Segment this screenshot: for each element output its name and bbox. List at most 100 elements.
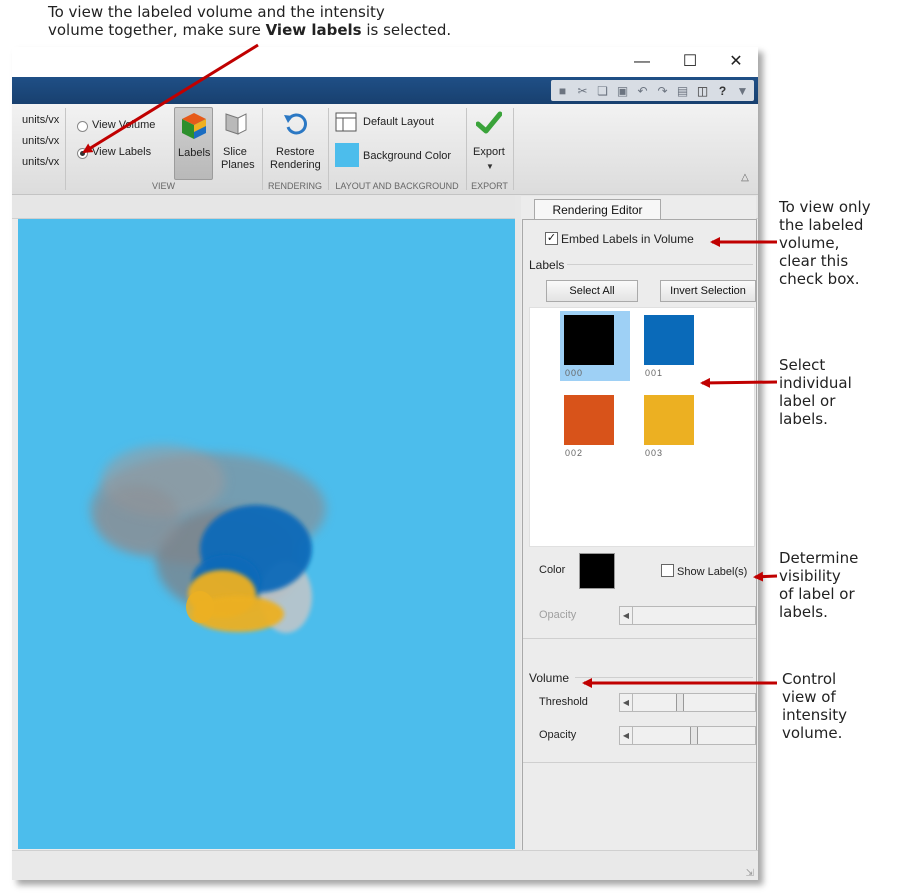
labels-button[interactable]: Labels — [174, 107, 213, 180]
callout-line: labels. — [779, 410, 828, 428]
callout-text: is selected. — [361, 21, 452, 39]
label-swatch — [644, 395, 694, 445]
slice-planes-icon — [225, 113, 247, 135]
callout-line-2: volume together, make sure View labels i… — [48, 21, 518, 39]
callout-line: volume. — [782, 724, 843, 742]
view-labels-radio[interactable] — [77, 148, 88, 159]
callout-line: of label or — [779, 585, 855, 603]
callout-line: individual — [779, 374, 852, 392]
volume-opacity-slider-thumb[interactable] — [690, 727, 698, 744]
slice-planes-button[interactable]: Slice Planes — [216, 107, 255, 178]
label-list: 000 001 002 003 — [529, 307, 755, 547]
labels-heading: Labels — [529, 258, 565, 272]
threshold-label: Threshold — [539, 696, 588, 708]
view-volume-radio[interactable] — [77, 121, 88, 132]
callout-line: Determine — [779, 549, 859, 567]
tab-rendering-editor[interactable]: Rendering Editor — [534, 199, 661, 220]
volume-viewport[interactable] — [18, 219, 515, 849]
label-opacity-slider[interactable]: ◀ — [619, 606, 756, 625]
callout-line: the labeled — [779, 216, 864, 234]
quick-access-toolbar: ■ ✂ ❏ ▣ ↶ ↷ ▤ ◫ ? ▼ — [551, 80, 754, 101]
callout-line: Control — [782, 670, 837, 688]
default-layout-button[interactable]: Default Layout — [333, 110, 463, 134]
minimize-button[interactable]: — — [628, 51, 656, 73]
close-button[interactable]: ✕ — [722, 51, 750, 73]
resize-grip-icon[interactable]: ⇲ — [746, 868, 754, 879]
threshold-slider-thumb[interactable] — [676, 694, 684, 711]
chevron-down-icon: ▼ — [486, 162, 494, 171]
help-icon[interactable]: ? — [713, 80, 732, 101]
rendering-editor-body: ✓ Embed Labels in Volume Labels Select A… — [522, 219, 757, 851]
select-all-button[interactable]: Select All — [546, 280, 638, 302]
maximize-button[interactable]: ☐ — [676, 51, 704, 73]
labels-group-rule — [567, 264, 753, 265]
copy-icon[interactable]: ❏ — [593, 80, 612, 101]
checkmark-icon — [476, 111, 502, 134]
callout-line-1: To view the labeled volume and the inten… — [48, 3, 385, 21]
threshold-slider[interactable]: ◀ — [619, 693, 756, 712]
callout-line: volume, — [779, 234, 840, 252]
separator — [513, 108, 514, 190]
show-labels-checkbox[interactable] — [661, 564, 674, 577]
app-window: — ☐ ✕ ■ ✂ ❏ ▣ ↶ ↷ ▤ ◫ ? ▼ units/vx units… — [12, 47, 758, 880]
label-swatch — [564, 315, 614, 365]
slider-left-arrow[interactable]: ◀ — [620, 694, 633, 711]
default-layout-label: Default Layout — [363, 116, 434, 128]
label-id: 000 — [565, 368, 584, 378]
cut-icon[interactable]: ✂ — [573, 80, 592, 101]
separator — [328, 108, 329, 190]
export-button[interactable]: Export ▼ — [470, 107, 508, 178]
callout-line: To view only — [779, 198, 871, 216]
callout-line: intensity — [782, 706, 848, 724]
label-item[interactable]: 000 — [560, 311, 630, 381]
slider-left-arrow[interactable]: ◀ — [620, 607, 633, 624]
units-label: units/vx — [22, 156, 60, 168]
callout-line: check box. — [779, 270, 860, 288]
group-label-layout: LAYOUT AND BACKGROUND — [335, 181, 459, 191]
label-color-picker[interactable] — [579, 553, 615, 589]
callout-line: Select — [779, 356, 826, 374]
collapse-ribbon-icon[interactable]: △ — [739, 172, 751, 184]
restore-line1: Restore — [276, 146, 315, 158]
label-item[interactable]: 003 — [640, 391, 710, 461]
volume-heading: Volume — [529, 671, 570, 685]
label-item[interactable]: 002 — [560, 391, 630, 461]
label-id: 002 — [565, 448, 584, 458]
invert-selection-button[interactable]: Invert Selection — [660, 280, 756, 302]
cube-icon — [182, 113, 206, 139]
callout-volume: Control view of intensity volume. — [782, 670, 897, 742]
callout-bold: View labels — [265, 21, 362, 39]
background-color-button[interactable]: Background Color — [333, 142, 463, 170]
window-icon[interactable]: ◫ — [693, 80, 712, 101]
label-swatch — [564, 395, 614, 445]
paste-icon[interactable]: ▣ — [613, 80, 632, 101]
redo-icon[interactable]: ↷ — [653, 80, 672, 101]
background-color-label: Background Color — [363, 150, 452, 162]
group-label-rendering: RENDERING — [267, 181, 322, 191]
volume-group-rule — [575, 677, 753, 678]
volume-rendering — [90, 445, 326, 633]
label-item[interactable]: 001 — [640, 311, 710, 381]
dropdown-icon[interactable]: ▼ — [733, 80, 752, 101]
restore-rendering-button[interactable]: Restore Rendering — [266, 107, 326, 178]
callout-line: clear this — [779, 252, 849, 270]
section-divider — [523, 762, 756, 763]
restore-icon — [284, 113, 307, 135]
callout-view-labels: To view the labeled volume and the inten… — [48, 3, 518, 39]
export-label: Export — [473, 146, 505, 158]
labels-button-label: Labels — [178, 147, 211, 159]
slider-left-arrow[interactable]: ◀ — [620, 727, 633, 744]
volume-opacity-slider[interactable]: ◀ — [619, 726, 756, 745]
rendering-editor-panel: Rendering Editor ✓ Embed Labels in Volum… — [521, 196, 757, 851]
print-icon[interactable]: ▤ — [673, 80, 692, 101]
group-label-export: EXPORT — [471, 181, 508, 191]
callout-line: visibility — [779, 567, 841, 585]
callout-visibility: Determine visibility of label or labels. — [779, 549, 897, 621]
view-labels-label: View Labels — [92, 146, 152, 158]
embed-labels-checkbox[interactable]: ✓ — [545, 232, 558, 245]
undo-icon[interactable]: ↶ — [633, 80, 652, 101]
label-id: 003 — [645, 448, 664, 458]
label-swatch — [644, 315, 694, 365]
units-label: units/vx — [22, 114, 60, 126]
save-icon[interactable]: ■ — [553, 80, 572, 101]
